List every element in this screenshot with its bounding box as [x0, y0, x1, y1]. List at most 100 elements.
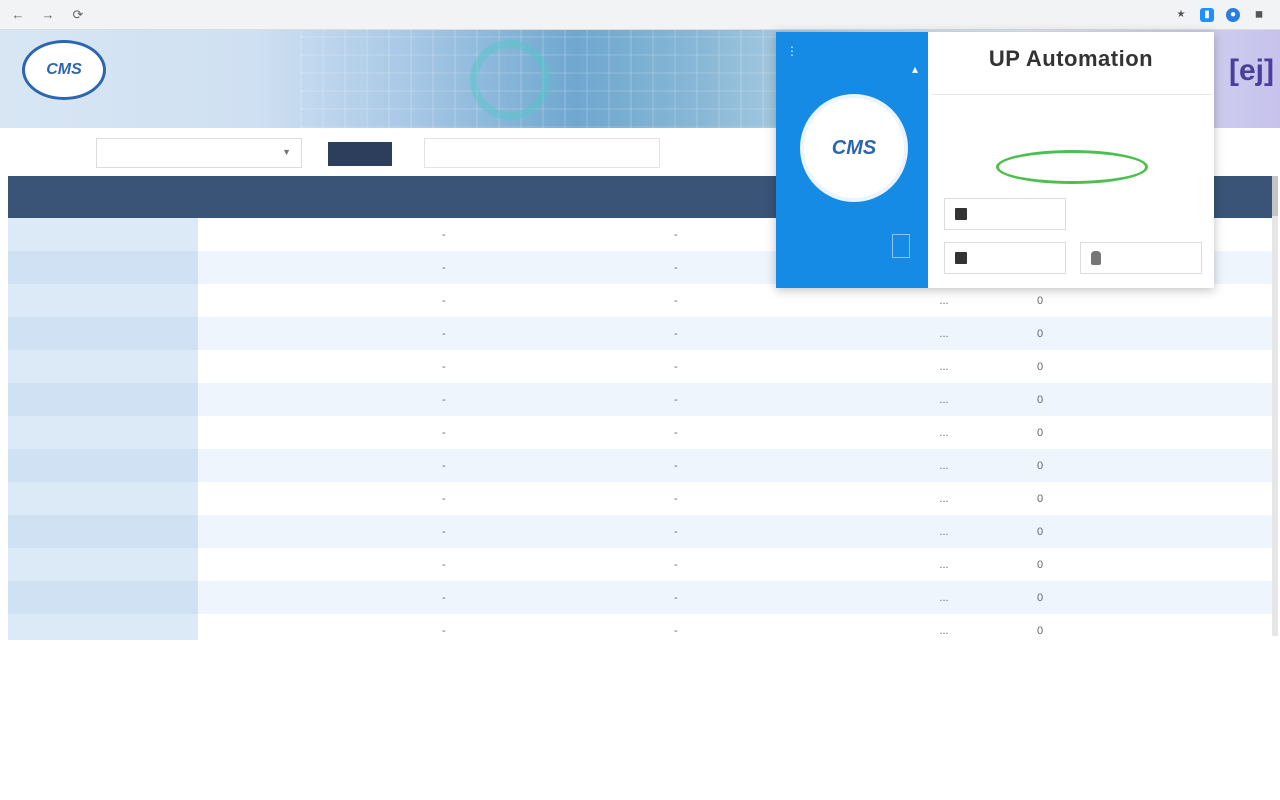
menu-icon[interactable]: ⋮	[786, 44, 798, 58]
scrollbar-thumb[interactable]	[1272, 176, 1278, 216]
table-cell	[1178, 350, 1272, 383]
table-cell: ...	[939, 459, 949, 472]
browser-toolbar: ← → ⟳ ★ ▮ ● ◼	[0, 0, 1280, 30]
domain-cell	[8, 482, 198, 515]
table-scrollbar[interactable]	[1272, 176, 1278, 636]
name-link-cell[interactable]	[198, 515, 430, 548]
table-row[interactable]: - -... 0	[8, 317, 1272, 350]
person-icon	[1091, 251, 1101, 265]
table-row[interactable]: - -... 0	[8, 449, 1272, 482]
extension-tray: ★ ▮ ● ◼	[1174, 7, 1280, 22]
table-cell: -	[442, 624, 446, 637]
name-link-cell[interactable]	[198, 218, 430, 251]
expand-icon[interactable]	[892, 234, 910, 258]
table-cell	[1086, 449, 1178, 482]
extension-popup: ⋮ ▴ CMS UP Automation	[776, 32, 1214, 288]
table-row[interactable]: - -... 0	[8, 581, 1272, 614]
column-header[interactable]	[430, 176, 662, 218]
table-cell: ...	[939, 426, 949, 439]
table-cell	[1178, 482, 1272, 515]
table-row[interactable]: - -... 0	[8, 548, 1272, 581]
table-cell: -	[674, 393, 678, 406]
search-input[interactable]	[424, 138, 660, 168]
table-cell: -	[442, 591, 446, 604]
extension-icon-1[interactable]: ▮	[1200, 7, 1214, 22]
table-row[interactable]: - -... 0	[8, 284, 1272, 317]
name-link-cell[interactable]	[198, 482, 430, 515]
domain-cell	[8, 416, 198, 449]
filter-button[interactable]	[328, 142, 392, 166]
domain-cell	[8, 383, 198, 416]
table-cell: ...	[939, 558, 949, 571]
table-cell: -	[442, 393, 446, 406]
filter-select[interactable]: ▼	[96, 138, 302, 168]
name-link-cell[interactable]	[198, 317, 430, 350]
forward-icon[interactable]: →	[36, 3, 60, 27]
popup-link[interactable]	[996, 150, 1148, 184]
table-cell	[1178, 284, 1272, 317]
profile-icon[interactable]: ◼	[1252, 8, 1266, 22]
chevron-down-icon: ▼	[282, 147, 291, 157]
table-row[interactable]: - -... 0	[8, 482, 1272, 515]
table-cell	[1178, 515, 1272, 548]
table-cell: ...	[939, 393, 949, 406]
name-link-cell[interactable]	[198, 383, 430, 416]
table-row[interactable]: - -... 0	[8, 383, 1272, 416]
domain-cell	[8, 614, 198, 640]
domain-cell	[8, 317, 198, 350]
bookmark-icon[interactable]: ★	[1174, 8, 1188, 22]
table-cell: -	[442, 327, 446, 340]
pin-icon[interactable]: ▴	[912, 62, 918, 76]
table-row[interactable]: - -... 0	[8, 515, 1272, 548]
table-cell: -	[674, 327, 678, 340]
table-cell: ...	[939, 624, 949, 637]
table-cell: ...	[939, 525, 949, 538]
table-cell	[1086, 581, 1178, 614]
table-row[interactable]: - -... 0	[8, 416, 1272, 449]
site-logo[interactable]: CMS	[22, 40, 106, 100]
table-cell: 0	[1036, 426, 1044, 439]
name-link-cell[interactable]	[198, 449, 430, 482]
name-link-cell[interactable]	[198, 614, 430, 640]
table-cell	[1086, 515, 1178, 548]
table-cell	[1178, 383, 1272, 416]
name-link-cell[interactable]	[198, 251, 430, 284]
table-cell: 0	[1036, 459, 1044, 472]
name-link-cell[interactable]	[198, 581, 430, 614]
column-header[interactable]	[8, 176, 198, 218]
domain-cell	[8, 548, 198, 581]
table-cell: -	[674, 525, 678, 538]
reload-icon[interactable]: ⟳	[66, 3, 90, 27]
popup-action-button-2[interactable]	[944, 242, 1066, 274]
popup-content: UP Automation	[928, 32, 1214, 288]
table-cell	[1178, 317, 1272, 350]
table-row[interactable]: - -... 0	[8, 614, 1272, 640]
popup-action-button-3[interactable]	[1080, 242, 1202, 274]
table-cell	[1086, 614, 1178, 640]
square-icon	[955, 252, 967, 264]
domain-cell	[8, 218, 198, 251]
name-link-cell[interactable]	[198, 548, 430, 581]
table-cell: 0	[1036, 393, 1044, 406]
table-cell: -	[674, 294, 678, 307]
gear-graphic-icon	[470, 40, 550, 120]
table-cell	[1178, 416, 1272, 449]
table-cell	[1178, 581, 1272, 614]
table-row[interactable]: - -... 0	[8, 350, 1272, 383]
table-cell: 0	[1036, 360, 1044, 373]
back-icon[interactable]: ←	[6, 3, 30, 27]
name-link-cell[interactable]	[198, 350, 430, 383]
table-cell	[1086, 350, 1178, 383]
name-link-cell[interactable]	[198, 416, 430, 449]
table-cell	[1086, 416, 1178, 449]
table-cell: ...	[939, 492, 949, 505]
column-header[interactable]	[198, 176, 430, 218]
domain-cell	[8, 581, 198, 614]
address-bar[interactable]	[104, 4, 1104, 26]
extension-icon-2[interactable]: ●	[1226, 7, 1240, 22]
popup-action-button-1[interactable]	[944, 198, 1066, 230]
name-link-cell[interactable]	[198, 284, 430, 317]
table-cell	[1178, 614, 1272, 640]
domain-cell	[8, 251, 198, 284]
table-cell: -	[442, 459, 446, 472]
